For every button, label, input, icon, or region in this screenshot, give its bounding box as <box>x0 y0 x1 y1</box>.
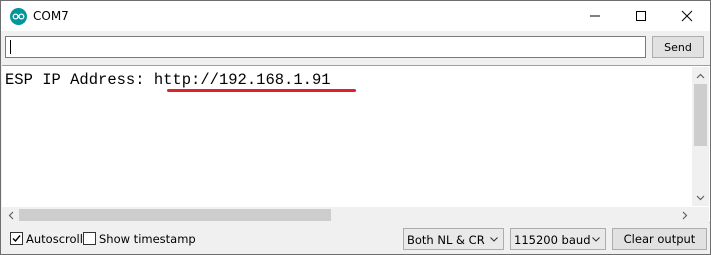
chevron-left-icon <box>8 211 13 219</box>
maximize-icon <box>636 11 646 21</box>
chevron-up-icon <box>696 73 705 78</box>
scroll-left-button[interactable] <box>2 207 19 223</box>
vertical-scrollbar[interactable] <box>692 67 709 206</box>
vertical-scroll-thumb[interactable] <box>694 84 707 146</box>
window-title: COM7 <box>33 9 69 23</box>
chevron-down-icon <box>592 237 600 242</box>
chevron-right-icon <box>682 211 687 219</box>
chevron-down-icon <box>490 237 498 242</box>
autoscroll-checkbox[interactable] <box>10 232 23 245</box>
send-input[interactable] <box>5 36 646 58</box>
baud-rate-select[interactable]: 115200 baud <box>510 228 606 250</box>
output-label: ESP IP Address: <box>5 71 154 89</box>
title-bar: COM7 <box>1 1 710 31</box>
output-line: ESP IP Address: http://192.168.1.91 <box>5 71 331 89</box>
scroll-right-button[interactable] <box>676 207 693 223</box>
serial-monitor-window: COM7 Send ESP IP Address: http://192.168… <box>0 0 711 255</box>
send-button[interactable]: Send <box>652 36 704 58</box>
text-caret <box>10 40 11 54</box>
url-highlight-underline <box>167 89 356 92</box>
maximize-button[interactable] <box>618 1 664 31</box>
line-ending-value: Both NL & CR <box>407 233 485 247</box>
timestamp-label[interactable]: Show timestamp <box>99 232 196 246</box>
scroll-up-button[interactable] <box>692 67 709 84</box>
close-button[interactable] <box>664 1 710 31</box>
bottom-toolbar: Autoscroll Show timestamp Both NL & CR 1… <box>1 224 710 254</box>
minimize-button[interactable] <box>572 1 618 31</box>
baud-rate-value: 115200 baud <box>514 233 591 247</box>
minimize-icon <box>590 15 600 17</box>
scroll-down-button[interactable] <box>692 189 709 206</box>
output-url: http://192.168.1.91 <box>153 71 331 89</box>
close-icon <box>681 10 693 22</box>
timestamp-checkbox[interactable] <box>83 232 96 245</box>
horizontal-scrollbar[interactable] <box>2 207 709 223</box>
arduino-icon <box>10 8 27 25</box>
horizontal-scroll-thumb[interactable] <box>19 209 331 221</box>
autoscroll-label[interactable]: Autoscroll <box>26 232 83 246</box>
line-ending-select[interactable]: Both NL & CR <box>403 228 504 250</box>
clear-output-button[interactable]: Clear output <box>612 228 707 250</box>
chevron-down-icon <box>696 195 705 200</box>
checkmark-icon <box>12 235 21 243</box>
serial-output[interactable]: ESP IP Address: http://192.168.1.91 <box>2 65 710 223</box>
